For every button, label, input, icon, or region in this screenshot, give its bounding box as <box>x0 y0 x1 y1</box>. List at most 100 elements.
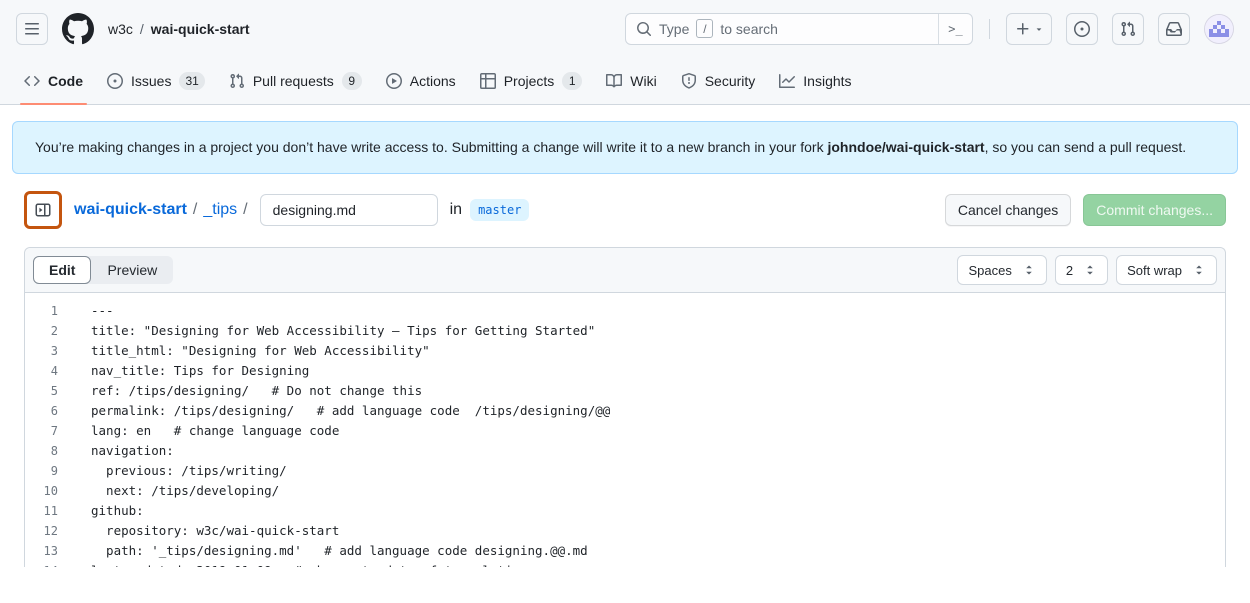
tab-label: Code <box>48 73 83 89</box>
line-number: 1 <box>25 301 58 321</box>
editor-settings: Spaces 2 Soft wrap <box>957 255 1217 285</box>
code-line[interactable]: github: <box>91 501 144 521</box>
line-number: 8 <box>25 441 58 461</box>
cancel-changes-button[interactable]: Cancel changes <box>945 194 1071 226</box>
tab-code[interactable]: Code <box>16 57 91 104</box>
banner-fork-name: johndoe/wai-quick-start <box>827 139 984 155</box>
slash-key-icon: / <box>696 19 713 38</box>
breadcrumb-folder-link[interactable]: _tips <box>203 201 237 219</box>
tab-projects[interactable]: Projects 1 <box>472 57 591 104</box>
code-line[interactable]: title_html: "Designing for Web Accessibi… <box>91 341 430 361</box>
code-line[interactable]: previous: /tips/writing/ <box>91 461 287 481</box>
shield-icon <box>681 73 697 89</box>
file-header-row: wai-quick-start / _tips / in master Canc… <box>24 191 1226 229</box>
context-breadcrumb: w3c / wai-quick-start <box>108 21 250 37</box>
code-line[interactable]: ref: /tips/designing/ # Do not change th… <box>91 381 422 401</box>
code-row: 6permalink: /tips/designing/ # add langu… <box>25 401 1225 421</box>
code-row: 10 next: /tips/developing/ <box>25 481 1225 501</box>
code-line[interactable]: permalink: /tips/designing/ # add langua… <box>91 401 610 421</box>
tab-security[interactable]: Security <box>673 57 764 104</box>
indent-mode-value: Spaces <box>968 263 1011 278</box>
file-breadcrumb: wai-quick-start / _tips / <box>74 201 248 219</box>
git-pull-request-icon <box>229 73 245 89</box>
tab-count-badge: 1 <box>562 72 582 90</box>
tab-count-badge: 9 <box>342 72 362 90</box>
header-divider <box>989 19 990 39</box>
avatar[interactable] <box>1204 14 1234 44</box>
tab-actions[interactable]: Actions <box>378 57 464 104</box>
hamburger-menu-button[interactable] <box>16 13 48 45</box>
global-search[interactable]: Type / to search >_ <box>625 13 973 45</box>
code-row: 2title: "Designing for Web Accessibility… <box>25 321 1225 341</box>
code-icon <box>24 73 40 89</box>
projects-icon <box>480 73 496 89</box>
tab-count-badge: 31 <box>179 72 204 90</box>
code-line[interactable]: next: /tips/developing/ <box>91 481 279 501</box>
tab-pull-requests[interactable]: Pull requests 9 <box>221 57 370 104</box>
sidebar-expand-icon <box>35 202 51 218</box>
code-line[interactable]: nav_title: Tips for Designing <box>91 361 309 381</box>
indent-size-value: 2 <box>1066 263 1073 278</box>
filename-input[interactable] <box>260 194 438 226</box>
search-placeholder-post: to search <box>720 21 778 37</box>
commit-changes-button[interactable]: Commit changes... <box>1083 194 1226 226</box>
repo-tab-nav: Code Issues 31 Pull requests 9 Actions P… <box>0 57 1250 105</box>
code-line[interactable]: path: '_tips/designing.md' # add languag… <box>91 541 588 561</box>
plus-icon <box>1015 21 1031 37</box>
command-palette-icon[interactable]: >_ <box>938 14 972 44</box>
caret-down-icon <box>1034 24 1044 34</box>
file-editor: Edit Preview Spaces 2 Soft wrap <box>24 247 1226 567</box>
issues-header-button[interactable] <box>1066 13 1098 45</box>
play-icon <box>386 73 402 89</box>
inbox-icon <box>1166 21 1182 37</box>
wrap-mode-select[interactable]: Soft wrap <box>1116 255 1217 285</box>
line-number: 4 <box>25 361 58 381</box>
chevron-up-down-icon <box>1192 263 1206 277</box>
code-line[interactable]: last_updated: 2019-01-09 # change to dat… <box>91 561 528 567</box>
expand-file-tree-button[interactable] <box>24 191 62 229</box>
code-line[interactable]: --- <box>91 301 114 321</box>
indent-size-select[interactable]: 2 <box>1055 255 1108 285</box>
chevron-up-down-icon <box>1083 263 1097 277</box>
banner-text-before: You’re making changes in a project you d… <box>35 139 827 155</box>
code-line[interactable]: title: "Designing for Web Accessibility … <box>91 321 595 341</box>
editor-toolbar: Edit Preview Spaces 2 Soft wrap <box>25 248 1225 293</box>
code-row: 14 last_updated: 2019-01-09 # change to d… <box>25 561 1225 567</box>
chevron-up-down-icon <box>1022 263 1036 277</box>
line-number: 3 <box>25 341 58 361</box>
wrap-mode-value: Soft wrap <box>1127 263 1182 278</box>
tab-wiki[interactable]: Wiki <box>598 57 664 104</box>
line-number: 5 <box>25 381 58 401</box>
tab-edit[interactable]: Edit <box>33 256 91 284</box>
breadcrumb-org-link[interactable]: w3c <box>108 21 133 37</box>
breadcrumb-repo-link[interactable]: wai-quick-start <box>151 21 250 37</box>
tab-label: Security <box>705 73 756 89</box>
tab-label: Actions <box>410 73 456 89</box>
breadcrumb-separator: / <box>140 21 144 37</box>
code-row: 5 ref: /tips/designing/ # Do not change t… <box>25 381 1225 401</box>
line-number: 14 <box>25 561 58 567</box>
tab-label: Wiki <box>630 73 656 89</box>
inbox-button[interactable] <box>1158 13 1190 45</box>
tab-insights[interactable]: Insights <box>771 57 859 104</box>
pull-requests-header-button[interactable] <box>1112 13 1144 45</box>
tab-label: Issues <box>131 73 171 89</box>
tab-issues[interactable]: Issues 31 <box>99 57 213 104</box>
breadcrumb-repo-link[interactable]: wai-quick-start <box>74 201 187 219</box>
branch-badge[interactable]: master <box>470 199 529 221</box>
app-header: w3c / wai-quick-start Type / to search >… <box>0 0 1250 57</box>
banner-text-after: , so you can send a pull request. <box>985 139 1187 155</box>
line-number: 12 <box>25 521 58 541</box>
breadcrumb-separator: / <box>243 201 247 219</box>
github-logo-icon[interactable] <box>62 13 94 45</box>
issue-opened-icon <box>1074 21 1090 37</box>
search-icon <box>636 21 652 37</box>
code-line[interactable]: lang: en # change language code <box>91 421 339 441</box>
git-pull-request-icon <box>1120 21 1136 37</box>
create-new-button[interactable] <box>1006 13 1052 45</box>
indent-mode-select[interactable]: Spaces <box>957 255 1046 285</box>
code-line[interactable]: repository: w3c/wai-quick-start <box>91 521 339 541</box>
code-line[interactable]: navigation: <box>91 441 174 461</box>
code-lines[interactable]: 1 ---2title: "Designing for Web Accessibi… <box>25 293 1225 567</box>
tab-preview[interactable]: Preview <box>91 256 173 284</box>
